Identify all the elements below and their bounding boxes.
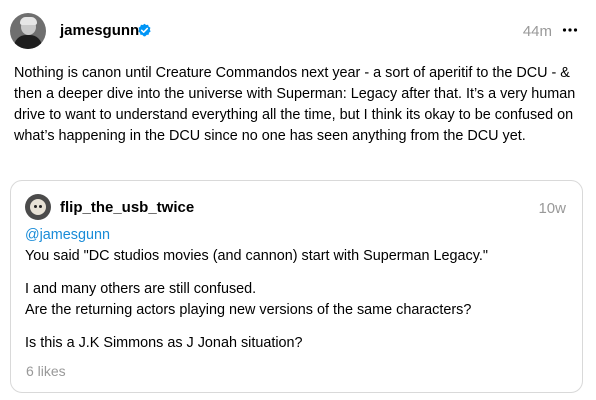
more-options-icon[interactable] xyxy=(560,21,580,41)
post-timestamp[interactable]: 44m xyxy=(523,23,552,40)
author-username[interactable]: jamesgunn xyxy=(60,22,139,39)
quoted-line: You said "DC studios movies (and cannon)… xyxy=(25,248,488,264)
avatar-eye xyxy=(34,205,37,208)
avatar-face xyxy=(30,199,46,215)
quoted-line: Are the returning actors playing new ver… xyxy=(25,302,472,318)
quoted-line: Is this a J.K Simmons as J Jonah situati… xyxy=(25,335,303,351)
avatar-hair xyxy=(20,17,37,25)
thread-post: jamesgunn 44m Nothing is canon until Cre… xyxy=(0,0,596,400)
quoted-line: I and many others are still confused. xyxy=(25,281,257,297)
likes-count[interactable]: 6 likes xyxy=(26,363,66,379)
author-avatar[interactable] xyxy=(10,13,46,49)
quoted-post-text: @jamesgunn You said "DC studios movies (… xyxy=(25,225,570,354)
verified-badge-icon xyxy=(138,23,151,37)
quoted-author-username[interactable]: flip_the_usb_twice xyxy=(60,199,194,216)
mention-link[interactable]: @jamesgunn xyxy=(25,225,570,246)
avatar-eye xyxy=(39,205,42,208)
avatar-body xyxy=(14,35,42,49)
quoted-post-timestamp[interactable]: 10w xyxy=(538,200,566,217)
more-dots-icon xyxy=(562,28,578,32)
quoted-post-card[interactable]: flip_the_usb_twice 10w @jamesgunn You sa… xyxy=(10,180,583,393)
post-text: Nothing is canon until Creature Commando… xyxy=(14,65,576,144)
quoted-author-avatar[interactable] xyxy=(25,194,51,220)
